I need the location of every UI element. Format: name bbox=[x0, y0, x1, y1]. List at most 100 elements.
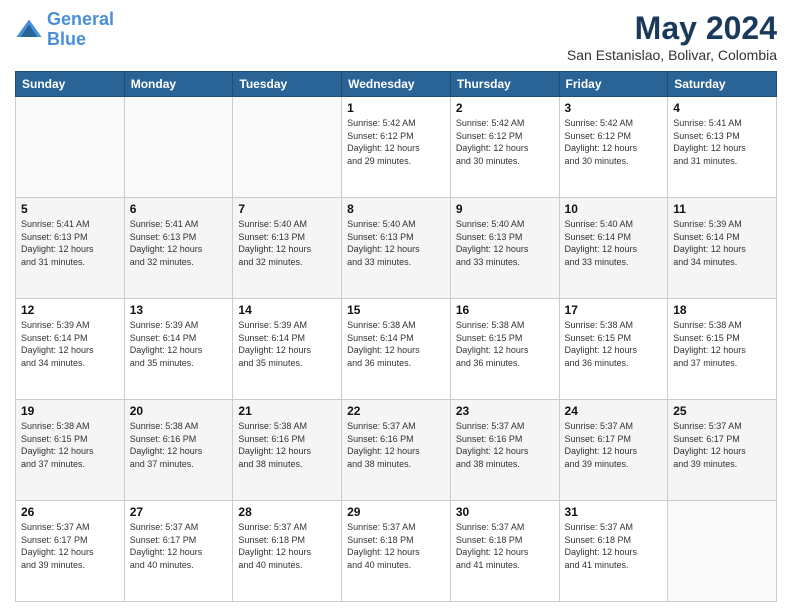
col-tuesday: Tuesday bbox=[233, 72, 342, 97]
table-row: 28Sunrise: 5:37 AM Sunset: 6:18 PM Dayli… bbox=[233, 501, 342, 602]
day-info: Sunrise: 5:42 AM Sunset: 6:12 PM Dayligh… bbox=[565, 117, 663, 167]
day-info: Sunrise: 5:37 AM Sunset: 6:18 PM Dayligh… bbox=[565, 521, 663, 571]
table-row: 24 Sunrise: 5:37 AM Sunset: 6:17 PM Dayli… bbox=[559, 400, 668, 501]
day-info: Sunrise: 5:40 AM Sunset: 6:13 PM Dayligh… bbox=[347, 218, 445, 268]
title-section: May 2024 San Estanislao, Bolivar, Colomb… bbox=[567, 10, 777, 63]
day-number: 27 bbox=[130, 505, 228, 519]
table-row: 9 Sunrise: 5:40 AM Sunset: 6:13 PM Daylig… bbox=[450, 198, 559, 299]
day-number: 3 bbox=[565, 101, 663, 115]
table-row: 25Sunrise: 5:37 AM Sunset: 6:17 PM Dayli… bbox=[668, 400, 777, 501]
day-number: 2 bbox=[456, 101, 554, 115]
day-number: 6 bbox=[130, 202, 228, 216]
day-info: Sunrise: 5:42 AM Sunset: 6:12 PM Dayligh… bbox=[347, 117, 445, 167]
day-info: Sunrise: 5:37 AM Sunset: 6:17 PM Dayligh… bbox=[673, 420, 771, 470]
table-row: 6Sunrise: 5:41 AM Sunset: 6:13 PM Daylig… bbox=[124, 198, 233, 299]
table-row: 4 Sunrise: 5:41 AM Sunset: 6:13 PM Daylig… bbox=[668, 97, 777, 198]
day-info: Sunrise: 5:37 AM Sunset: 6:18 PM Dayligh… bbox=[347, 521, 445, 571]
table-row: 30 Sunrise: 5:37 AM Sunset: 6:18 PM Dayli… bbox=[450, 501, 559, 602]
table-row: 14Sunrise: 5:39 AM Sunset: 6:14 PM Dayli… bbox=[233, 299, 342, 400]
day-number: 23 bbox=[456, 404, 554, 418]
day-info: Sunrise: 5:38 AM Sunset: 6:15 PM Dayligh… bbox=[673, 319, 771, 369]
day-number: 14 bbox=[238, 303, 336, 317]
day-number: 11 bbox=[673, 202, 771, 216]
day-info: Sunrise: 5:41 AM Sunset: 6:13 PM Dayligh… bbox=[21, 218, 119, 268]
day-info: Sunrise: 5:38 AM Sunset: 6:15 PM Dayligh… bbox=[565, 319, 663, 369]
col-thursday: Thursday bbox=[450, 72, 559, 97]
table-row: 5 Sunrise: 5:41 AM Sunset: 6:13 PM Daylig… bbox=[16, 198, 125, 299]
month-title: May 2024 bbox=[567, 10, 777, 47]
day-number: 31 bbox=[565, 505, 663, 519]
day-info: Sunrise: 5:39 AM Sunset: 6:14 PM Dayligh… bbox=[673, 218, 771, 268]
day-info: Sunrise: 5:38 AM Sunset: 6:14 PM Dayligh… bbox=[347, 319, 445, 369]
day-number: 18 bbox=[673, 303, 771, 317]
calendar-week-row: 26 Sunrise: 5:37 AM Sunset: 6:17 PM Dayli… bbox=[16, 501, 777, 602]
calendar-header-row: Sunday Monday Tuesday Wednesday Thursday… bbox=[16, 72, 777, 97]
day-info: Sunrise: 5:38 AM Sunset: 6:16 PM Dayligh… bbox=[130, 420, 228, 470]
table-row: 27 Sunrise: 5:37 AM Sunset: 6:17 PM Dayli… bbox=[124, 501, 233, 602]
table-row: 21 Sunrise: 5:38 AM Sunset: 6:16 PM Dayli… bbox=[233, 400, 342, 501]
day-info: Sunrise: 5:37 AM Sunset: 6:17 PM Dayligh… bbox=[130, 521, 228, 571]
day-info: Sunrise: 5:37 AM Sunset: 6:17 PM Dayligh… bbox=[565, 420, 663, 470]
day-info: Sunrise: 5:40 AM Sunset: 6:14 PM Dayligh… bbox=[565, 218, 663, 268]
day-info: Sunrise: 5:38 AM Sunset: 6:16 PM Dayligh… bbox=[238, 420, 336, 470]
table-row: 26 Sunrise: 5:37 AM Sunset: 6:17 PM Dayli… bbox=[16, 501, 125, 602]
day-info: Sunrise: 5:37 AM Sunset: 6:16 PM Dayligh… bbox=[456, 420, 554, 470]
table-row: 3 Sunrise: 5:42 AM Sunset: 6:12 PM Daylig… bbox=[559, 97, 668, 198]
table-row: 2 Sunrise: 5:42 AM Sunset: 6:12 PM Daylig… bbox=[450, 97, 559, 198]
day-info: Sunrise: 5:42 AM Sunset: 6:12 PM Dayligh… bbox=[456, 117, 554, 167]
table-row: 7Sunrise: 5:40 AM Sunset: 6:13 PM Daylig… bbox=[233, 198, 342, 299]
day-number: 30 bbox=[456, 505, 554, 519]
day-number: 26 bbox=[21, 505, 119, 519]
day-info: Sunrise: 5:37 AM Sunset: 6:17 PM Dayligh… bbox=[21, 521, 119, 571]
table-row: 16Sunrise: 5:38 AM Sunset: 6:15 PM Dayli… bbox=[450, 299, 559, 400]
table-row: 8 Sunrise: 5:40 AM Sunset: 6:13 PM Daylig… bbox=[342, 198, 451, 299]
day-info: Sunrise: 5:37 AM Sunset: 6:16 PM Dayligh… bbox=[347, 420, 445, 470]
table-row: 11 Sunrise: 5:39 AM Sunset: 6:14 PM Dayli… bbox=[668, 198, 777, 299]
table-row: 10 Sunrise: 5:40 AM Sunset: 6:14 PM Dayli… bbox=[559, 198, 668, 299]
table-row: 18 Sunrise: 5:38 AM Sunset: 6:15 PM Dayli… bbox=[668, 299, 777, 400]
day-info: Sunrise: 5:40 AM Sunset: 6:13 PM Dayligh… bbox=[456, 218, 554, 268]
day-number: 20 bbox=[130, 404, 228, 418]
table-row: 12 Sunrise: 5:39 AM Sunset: 6:14 PM Dayli… bbox=[16, 299, 125, 400]
day-info: Sunrise: 5:39 AM Sunset: 6:14 PM Dayligh… bbox=[21, 319, 119, 369]
table-row: 22 Sunrise: 5:37 AM Sunset: 6:16 PM Dayli… bbox=[342, 400, 451, 501]
day-number: 24 bbox=[565, 404, 663, 418]
logo-text: General Blue bbox=[47, 10, 114, 50]
table-row: 15 Sunrise: 5:38 AM Sunset: 6:14 PM Dayli… bbox=[342, 299, 451, 400]
logo-icon bbox=[15, 16, 43, 44]
day-number: 17 bbox=[565, 303, 663, 317]
day-number: 21 bbox=[238, 404, 336, 418]
day-number: 12 bbox=[21, 303, 119, 317]
day-number: 15 bbox=[347, 303, 445, 317]
day-number: 10 bbox=[565, 202, 663, 216]
col-saturday: Saturday bbox=[668, 72, 777, 97]
day-number: 13 bbox=[130, 303, 228, 317]
day-number: 9 bbox=[456, 202, 554, 216]
table-row: 20 Sunrise: 5:38 AM Sunset: 6:16 PM Dayli… bbox=[124, 400, 233, 501]
day-number: 16 bbox=[456, 303, 554, 317]
day-info: Sunrise: 5:41 AM Sunset: 6:13 PM Dayligh… bbox=[673, 117, 771, 167]
table-row: 13 Sunrise: 5:39 AM Sunset: 6:14 PM Dayli… bbox=[124, 299, 233, 400]
calendar-week-row: 1Sunrise: 5:42 AM Sunset: 6:12 PM Daylig… bbox=[16, 97, 777, 198]
day-number: 4 bbox=[673, 101, 771, 115]
day-number: 19 bbox=[21, 404, 119, 418]
day-number: 22 bbox=[347, 404, 445, 418]
table-row bbox=[124, 97, 233, 198]
table-row bbox=[16, 97, 125, 198]
day-number: 8 bbox=[347, 202, 445, 216]
col-friday: Friday bbox=[559, 72, 668, 97]
table-row: 29Sunrise: 5:37 AM Sunset: 6:18 PM Dayli… bbox=[342, 501, 451, 602]
logo: General Blue bbox=[15, 10, 114, 50]
col-monday: Monday bbox=[124, 72, 233, 97]
day-info: Sunrise: 5:40 AM Sunset: 6:13 PM Dayligh… bbox=[238, 218, 336, 268]
table-row: 31 Sunrise: 5:37 AM Sunset: 6:18 PM Dayli… bbox=[559, 501, 668, 602]
calendar-week-row: 19Sunrise: 5:38 AM Sunset: 6:15 PM Dayli… bbox=[16, 400, 777, 501]
calendar-week-row: 5 Sunrise: 5:41 AM Sunset: 6:13 PM Daylig… bbox=[16, 198, 777, 299]
subtitle: San Estanislao, Bolivar, Colombia bbox=[567, 47, 777, 63]
day-number: 5 bbox=[21, 202, 119, 216]
table-row: 17 Sunrise: 5:38 AM Sunset: 6:15 PM Dayli… bbox=[559, 299, 668, 400]
header: General Blue May 2024 San Estanislao, Bo… bbox=[15, 10, 777, 63]
day-info: Sunrise: 5:37 AM Sunset: 6:18 PM Dayligh… bbox=[456, 521, 554, 571]
col-wednesday: Wednesday bbox=[342, 72, 451, 97]
day-info: Sunrise: 5:39 AM Sunset: 6:14 PM Dayligh… bbox=[130, 319, 228, 369]
